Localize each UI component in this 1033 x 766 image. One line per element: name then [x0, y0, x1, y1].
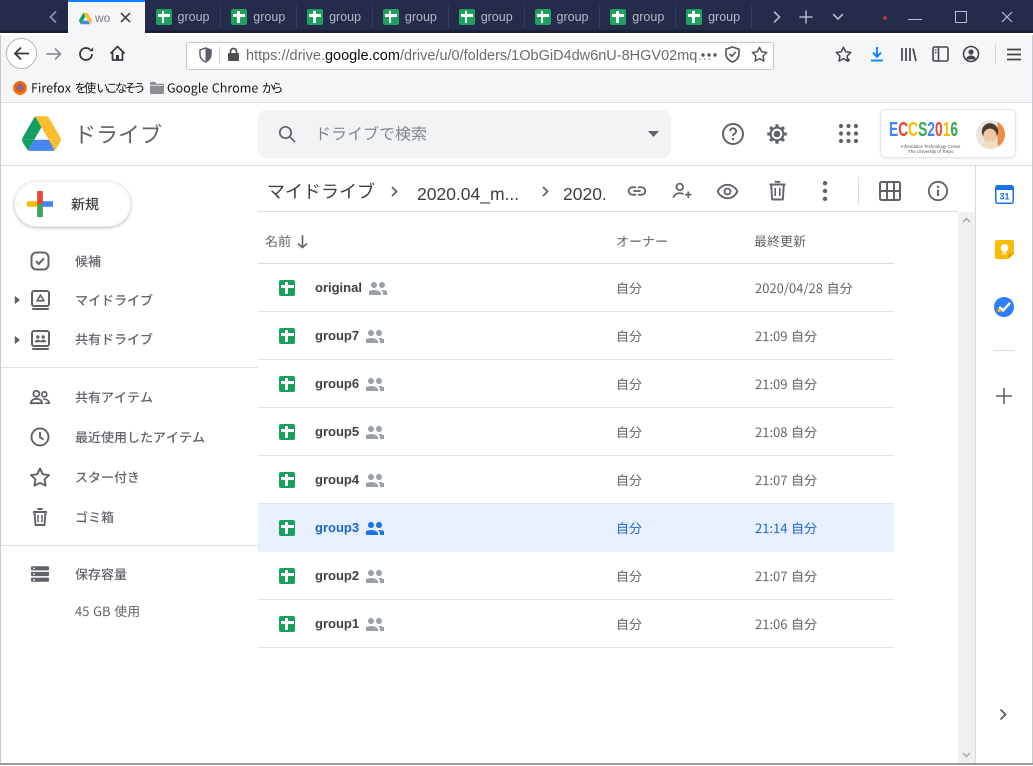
svg-text:31: 31	[999, 192, 1009, 202]
